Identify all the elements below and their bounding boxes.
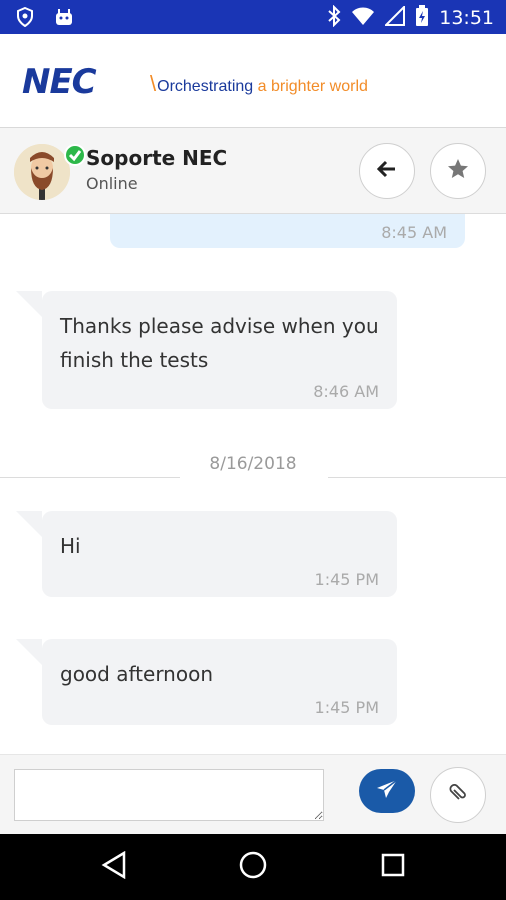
star-icon (446, 157, 470, 185)
shield-icon (16, 6, 34, 31)
message-text: Hi (60, 534, 81, 558)
android-icon (54, 7, 74, 31)
message-composer (0, 754, 506, 834)
circle-home-icon (238, 850, 268, 884)
nav-recents-button[interactable] (377, 851, 409, 883)
message-input[interactable] (14, 769, 324, 821)
contact-header: Soporte NEC Online (0, 128, 506, 214)
message-list[interactable]: 8:45 AM Thanks please advise when you fi… (0, 214, 506, 754)
triangle-back-icon (101, 850, 127, 883)
paperclip-icon (449, 783, 467, 807)
message-time: 1:45 PM (314, 570, 379, 589)
send-button[interactable] (359, 769, 415, 813)
square-recents-icon (380, 852, 406, 882)
nec-logo: NEC (22, 62, 97, 102)
brand-header: NEC \Orchestrating a brighter world (0, 34, 506, 128)
contact-name: Soporte NEC (86, 146, 228, 170)
tagline-part1: Orchestrating (157, 78, 254, 95)
status-bar: 13:51 (0, 0, 506, 34)
wifi-icon (351, 6, 375, 30)
paper-plane-icon (376, 779, 398, 803)
date-separator: 8/16/2018 (0, 450, 506, 478)
avatar[interactable] (14, 144, 70, 200)
bluetooth-icon (327, 4, 341, 31)
status-time: 13:51 (439, 7, 494, 29)
brand-tagline: \Orchestrating a brighter world (150, 71, 368, 96)
attach-button[interactable] (430, 767, 486, 823)
nav-back-button[interactable] (98, 850, 130, 883)
signal-icon (383, 4, 406, 30)
nav-home-button[interactable] (237, 851, 269, 883)
message-time: 8:46 AM (313, 382, 379, 401)
received-message: good afternoon 1:45 PM (16, 639, 397, 725)
favorite-button[interactable] (430, 143, 486, 199)
system-navigation-bar (0, 834, 506, 900)
message-text: good afternoon (60, 662, 214, 686)
contact-status: Online (86, 174, 138, 193)
message-time: 8:45 AM (381, 223, 447, 242)
battery-icon (415, 5, 429, 31)
arrow-left-icon (376, 160, 397, 182)
message-time: 1:45 PM (314, 698, 379, 717)
sent-message: 8:45 AM (110, 214, 465, 248)
back-button[interactable] (359, 143, 415, 199)
received-message: Hi 1:45 PM (16, 511, 397, 597)
message-text: Thanks please advise when you finish the… (60, 314, 379, 372)
date-label: 8/16/2018 (209, 454, 297, 474)
received-message: Thanks please advise when you finish the… (16, 291, 397, 409)
tagline-part2: a brighter world (257, 78, 368, 95)
online-check-icon (64, 144, 86, 166)
